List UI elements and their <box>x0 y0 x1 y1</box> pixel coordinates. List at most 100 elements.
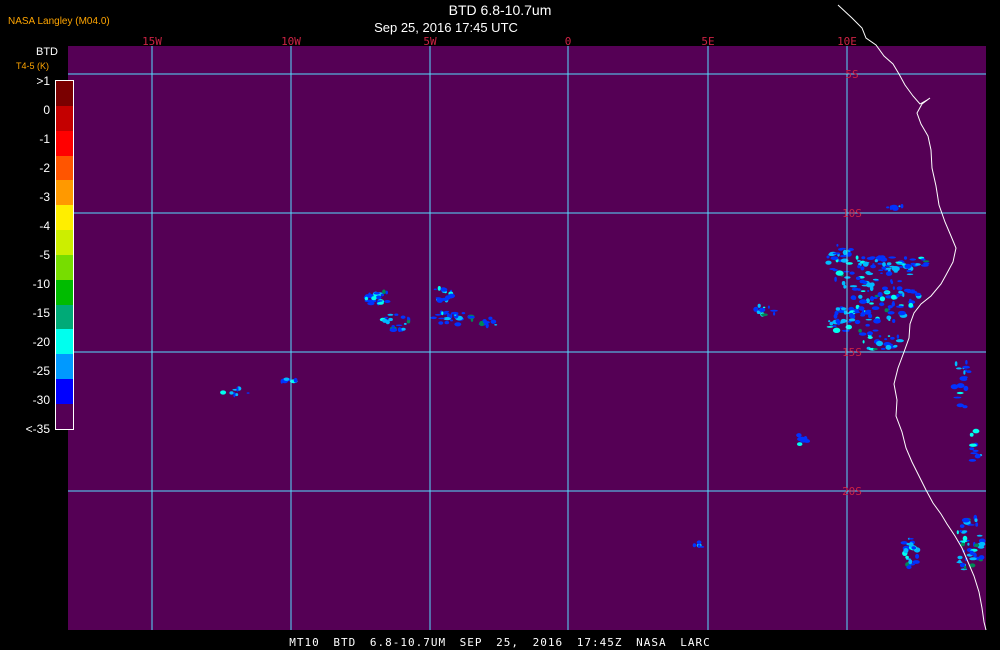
cloud-patch <box>388 317 393 322</box>
cloud-patch <box>406 319 411 324</box>
latitude-label: 10S <box>842 207 862 220</box>
cloud-patch <box>829 321 834 326</box>
cloud-patch <box>867 331 873 336</box>
cloud-patch <box>403 322 407 325</box>
cloud-patch <box>852 311 861 314</box>
cloud-patch <box>864 310 872 315</box>
cloud-patch <box>961 517 970 523</box>
cloud-patch <box>876 340 883 347</box>
cloud-patch <box>861 284 870 287</box>
cloud-patch <box>391 325 395 328</box>
cloud-patch <box>857 264 861 269</box>
cloud-patch <box>978 555 985 560</box>
cloud-patch <box>437 286 441 291</box>
cloud-patch <box>902 292 905 298</box>
cloud-patch <box>878 335 882 338</box>
cloud-patch <box>968 459 977 462</box>
cloud-patch <box>893 344 898 348</box>
cloud-patch <box>909 289 916 292</box>
cloud-patch <box>915 553 920 559</box>
cloud-patch <box>903 288 911 292</box>
cloud-patch <box>865 318 872 321</box>
cloud-patch <box>872 278 879 281</box>
cloud-patch <box>236 386 239 392</box>
cloud-patch <box>976 534 983 537</box>
cloud-patch <box>908 538 914 540</box>
longitude-label: 5E <box>701 35 714 48</box>
longitude-label: 5W <box>423 35 437 48</box>
cloud-patch <box>470 318 474 322</box>
cloud-patch <box>890 204 898 208</box>
cloud-patch <box>773 312 776 316</box>
legend-swatch <box>56 379 73 404</box>
cloud-patch <box>857 288 861 291</box>
color-scale-bar <box>55 80 74 430</box>
cloud-patch <box>960 542 965 547</box>
cloud-patch <box>389 328 398 332</box>
cloud-patch <box>877 262 883 265</box>
cloud-patch <box>373 292 380 295</box>
cloud-patch <box>903 256 908 260</box>
legend-label: -25 <box>32 364 50 378</box>
satellite-map[interactable]: 15W 10W 5W 0 5E 10E 5S 10S 15S 20S <box>0 0 1000 650</box>
cloud-patch <box>246 392 250 394</box>
cloud-patch <box>826 255 830 259</box>
latitude-label: 15S <box>842 346 862 359</box>
cloud-patch <box>959 524 965 528</box>
cloud-patch <box>895 339 904 343</box>
cloud-patch <box>832 252 841 255</box>
cloud-patch <box>906 542 912 546</box>
cloud-patch <box>887 311 895 315</box>
cloud-patch <box>906 273 914 276</box>
cloud-patch <box>826 326 834 328</box>
cloud-patch <box>966 370 972 374</box>
cloud-patch <box>898 290 903 294</box>
cloud-patch <box>865 271 871 275</box>
cloud-patch <box>869 282 875 287</box>
longitude-label: 15W <box>142 35 162 48</box>
cloud-patch <box>450 311 459 315</box>
cloud-patch <box>832 327 841 333</box>
cloud-patch <box>866 256 875 260</box>
cloud-patch <box>838 248 844 251</box>
cloud-patch <box>974 518 978 522</box>
cloud-patch <box>969 550 974 556</box>
cloud-patch <box>912 560 920 564</box>
cloud-patch <box>855 276 861 280</box>
cloud-patch <box>975 522 979 527</box>
cloud-patch <box>897 280 902 283</box>
cloud-patch <box>397 327 402 333</box>
cloud-patch <box>957 555 963 560</box>
cloud-patch <box>914 292 922 297</box>
legend-swatch <box>56 130 73 156</box>
cloud-patch <box>879 302 885 307</box>
footer-caption: MT10 BTD 6.8-10.7UM SEP 25, 2016 17:45Z … <box>289 636 711 649</box>
cloud-patch <box>895 261 903 264</box>
cloud-patch <box>770 309 778 312</box>
cloud-patch <box>849 285 858 288</box>
cloud-patch <box>438 317 445 320</box>
cloud-patch <box>872 329 879 332</box>
cloud-patch <box>900 204 904 209</box>
cloud-patch <box>848 312 854 319</box>
cloud-patch <box>696 540 702 545</box>
cloud-patch <box>905 555 909 559</box>
cloud-patch <box>444 321 450 325</box>
legend-label: -15 <box>32 306 50 320</box>
cloud-patch <box>891 294 897 300</box>
cloud-patch <box>872 263 875 265</box>
legend-swatch <box>56 105 73 131</box>
cloud-patch <box>883 291 890 294</box>
cloud-patch <box>494 324 498 326</box>
cloud-patch <box>877 292 883 297</box>
cloud-patch <box>485 322 489 329</box>
cloud-patch <box>488 316 493 320</box>
cloud-patch <box>882 262 886 267</box>
cloud-patch <box>911 546 917 550</box>
cloud-patch <box>908 559 913 565</box>
cloud-patch <box>395 324 403 327</box>
satellite-image-viewer: 15W 10W 5W 0 5E 10E 5S 10S 15S 20S NASA Langley (… <box>0 0 1000 650</box>
cloud-patch <box>954 361 958 367</box>
cloud-patch <box>848 318 856 322</box>
cloud-patch <box>758 307 766 313</box>
